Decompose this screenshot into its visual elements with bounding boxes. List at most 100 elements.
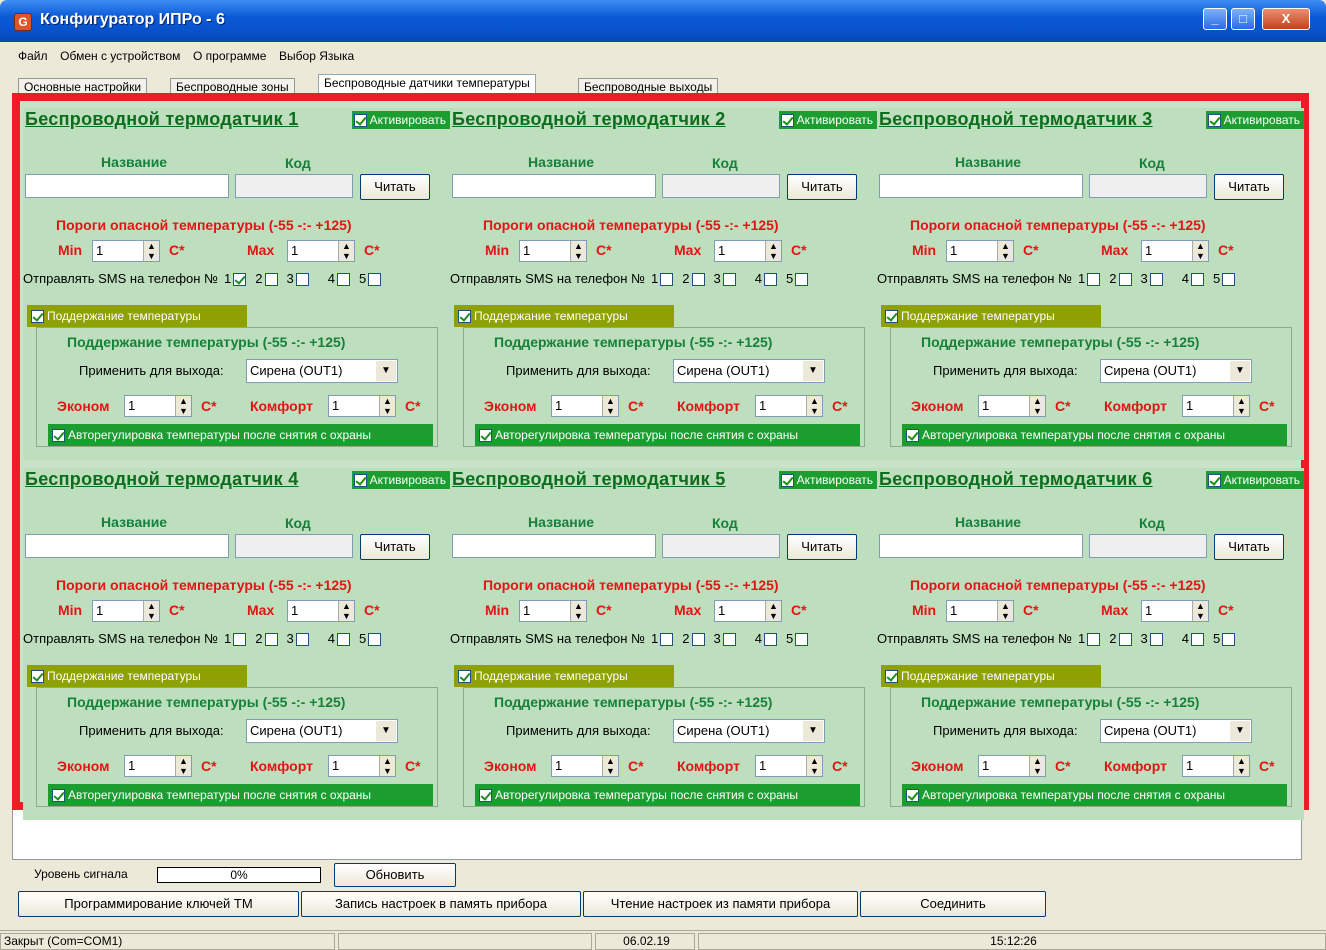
name-input[interactable]	[452, 534, 656, 558]
min-spinner[interactable]: 1 ▲ ▼	[946, 240, 1014, 262]
code-input[interactable]	[235, 534, 353, 558]
activate-checkbox[interactable]: Активировать	[778, 471, 877, 489]
sms-phone-3[interactable]: 3	[287, 271, 312, 287]
sms-phone-3[interactable]: 3	[1141, 631, 1166, 647]
maintain-temp-checkbox[interactable]: Поддержание температуры	[881, 305, 1101, 327]
spin-arrows-icon[interactable]: ▲ ▼	[1029, 396, 1045, 416]
activate-checkbox[interactable]: Активировать	[351, 471, 450, 489]
spin-arrows-icon[interactable]: ▲ ▼	[997, 241, 1013, 261]
spin-arrows-icon[interactable]: ▲ ▼	[1233, 396, 1249, 416]
auto-regulate-checkbox[interactable]: Авторегулировка температуры после снятия…	[48, 424, 433, 446]
output-select[interactable]: Сирена (OUT1) ▼	[1100, 359, 1252, 383]
spin-arrows-icon[interactable]: ▲ ▼	[143, 241, 159, 261]
max-spinner[interactable]: 1 ▲ ▼	[287, 240, 355, 262]
activate-checkbox[interactable]: Активировать	[778, 111, 877, 129]
code-input[interactable]	[235, 174, 353, 198]
spin-arrows-icon[interactable]: ▲ ▼	[379, 396, 395, 416]
read-button[interactable]: Читать	[1214, 174, 1284, 200]
name-input[interactable]	[452, 174, 656, 198]
min-spinner[interactable]: 1 ▲ ▼	[519, 240, 587, 262]
comfort-spinner[interactable]: 1 ▲ ▼	[755, 395, 823, 417]
sms-phone-2[interactable]: 2	[255, 631, 280, 647]
menu-file[interactable]: Файл	[18, 45, 48, 67]
sms-phone-3[interactable]: 3	[714, 271, 739, 287]
activate-checkbox[interactable]: Активировать	[351, 111, 450, 129]
read-button[interactable]: Читать	[360, 174, 430, 200]
spin-arrows-icon[interactable]: ▲ ▼	[1233, 756, 1249, 776]
spin-arrows-icon[interactable]: ▲ ▼	[806, 396, 822, 416]
spin-arrows-icon[interactable]: ▲ ▼	[338, 601, 354, 621]
auto-regulate-checkbox[interactable]: Авторегулировка температуры после снятия…	[475, 784, 860, 806]
spin-arrows-icon[interactable]: ▲ ▼	[997, 601, 1013, 621]
min-spinner[interactable]: 1 ▲ ▼	[946, 600, 1014, 622]
activate-checkbox[interactable]: Активировать	[1205, 111, 1304, 129]
name-input[interactable]	[25, 174, 229, 198]
comfort-spinner[interactable]: 1 ▲ ▼	[328, 395, 396, 417]
sms-phone-2[interactable]: 2	[682, 271, 707, 287]
chevron-down-icon[interactable]: ▼	[803, 721, 823, 741]
close-icon[interactable]: X	[1262, 8, 1310, 30]
sms-phone-2[interactable]: 2	[1109, 631, 1134, 647]
econom-spinner[interactable]: 1 ▲ ▼	[978, 395, 1046, 417]
read-settings-button[interactable]: Чтение настроек из памяти прибора	[583, 891, 858, 917]
econom-spinner[interactable]: 1 ▲ ▼	[551, 755, 619, 777]
read-button[interactable]: Читать	[787, 174, 857, 200]
menu-exchange[interactable]: Обмен с устройством	[60, 45, 180, 67]
name-input[interactable]	[25, 534, 229, 558]
econom-spinner[interactable]: 1 ▲ ▼	[124, 755, 192, 777]
sms-phone-5[interactable]: 5	[1213, 631, 1238, 647]
menu-about[interactable]: О программе	[193, 45, 266, 67]
code-input[interactable]	[662, 534, 780, 558]
sms-phone-3[interactable]: 3	[287, 631, 312, 647]
read-button[interactable]: Читать	[1214, 534, 1284, 560]
max-spinner[interactable]: 1 ▲ ▼	[287, 600, 355, 622]
spin-arrows-icon[interactable]: ▲ ▼	[1192, 601, 1208, 621]
sms-phone-2[interactable]: 2	[682, 631, 707, 647]
chevron-down-icon[interactable]: ▼	[1230, 721, 1250, 741]
name-input[interactable]	[879, 174, 1083, 198]
output-select[interactable]: Сирена (OUT1) ▼	[246, 359, 398, 383]
max-spinner[interactable]: 1 ▲ ▼	[1141, 240, 1209, 262]
min-spinner[interactable]: 1 ▲ ▼	[92, 600, 160, 622]
sms-phone-1[interactable]: 1	[651, 271, 676, 287]
comfort-spinner[interactable]: 1 ▲ ▼	[755, 755, 823, 777]
maintain-temp-checkbox[interactable]: Поддержание температуры	[454, 305, 674, 327]
sms-phone-5[interactable]: 5	[1213, 271, 1238, 287]
output-select[interactable]: Сирена (OUT1) ▼	[673, 719, 825, 743]
chevron-down-icon[interactable]: ▼	[803, 361, 823, 381]
spin-arrows-icon[interactable]: ▲ ▼	[143, 601, 159, 621]
auto-regulate-checkbox[interactable]: Авторегулировка температуры после снятия…	[48, 784, 433, 806]
sms-phone-1[interactable]: 1	[1078, 271, 1103, 287]
maintain-temp-checkbox[interactable]: Поддержание температуры	[27, 305, 247, 327]
auto-regulate-checkbox[interactable]: Авторегулировка температуры после снятия…	[902, 784, 1287, 806]
name-input[interactable]	[879, 534, 1083, 558]
spin-arrows-icon[interactable]: ▲ ▼	[570, 601, 586, 621]
spin-arrows-icon[interactable]: ▲ ▼	[602, 396, 618, 416]
sms-phone-5[interactable]: 5	[786, 631, 811, 647]
spin-arrows-icon[interactable]: ▲ ▼	[570, 241, 586, 261]
econom-spinner[interactable]: 1 ▲ ▼	[551, 395, 619, 417]
comfort-spinner[interactable]: 1 ▲ ▼	[328, 755, 396, 777]
sms-phone-3[interactable]: 3	[714, 631, 739, 647]
sms-phone-4[interactable]: 4	[1182, 271, 1207, 287]
auto-regulate-checkbox[interactable]: Авторегулировка температуры после снятия…	[475, 424, 860, 446]
spin-arrows-icon[interactable]: ▲ ▼	[1029, 756, 1045, 776]
min-spinner[interactable]: 1 ▲ ▼	[92, 240, 160, 262]
maintain-temp-checkbox[interactable]: Поддержание температуры	[27, 665, 247, 687]
econom-spinner[interactable]: 1 ▲ ▼	[124, 395, 192, 417]
sms-phone-5[interactable]: 5	[359, 271, 384, 287]
read-button[interactable]: Читать	[360, 534, 430, 560]
sms-phone-4[interactable]: 4	[328, 631, 353, 647]
sms-phone-5[interactable]: 5	[786, 271, 811, 287]
sms-phone-4[interactable]: 4	[1182, 631, 1207, 647]
spin-arrows-icon[interactable]: ▲ ▼	[765, 241, 781, 261]
spin-arrows-icon[interactable]: ▲ ▼	[765, 601, 781, 621]
sms-phone-3[interactable]: 3	[1141, 271, 1166, 287]
min-spinner[interactable]: 1 ▲ ▼	[519, 600, 587, 622]
maximize-icon[interactable]: □	[1231, 8, 1255, 30]
program-keys-button[interactable]: Программирование ключей ТМ	[18, 891, 299, 917]
output-select[interactable]: Сирена (OUT1) ▼	[246, 719, 398, 743]
write-settings-button[interactable]: Запись настроек в память прибора	[301, 891, 581, 917]
sms-phone-4[interactable]: 4	[755, 631, 780, 647]
max-spinner[interactable]: 1 ▲ ▼	[1141, 600, 1209, 622]
